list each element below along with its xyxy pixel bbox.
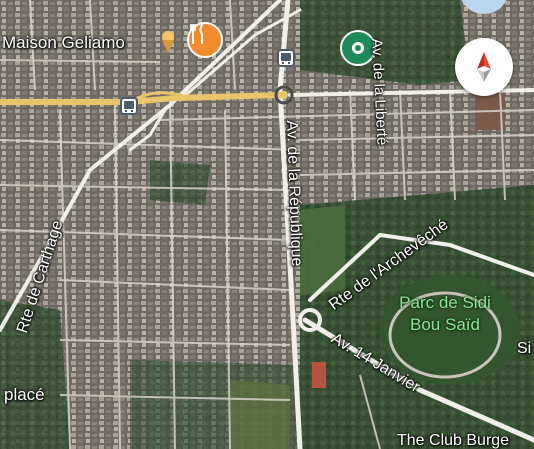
bus-stop-icon[interactable] xyxy=(277,49,295,67)
place-label-place: placé xyxy=(4,385,45,404)
satellite-map[interactable]: Maison Geliamo Av. de la Liberté Av. de … xyxy=(0,0,534,449)
restaurant-icon[interactable] xyxy=(187,22,223,58)
bus-stop-icon[interactable] xyxy=(120,97,138,115)
place-label-side: Si xyxy=(517,340,532,357)
map-imagery xyxy=(0,0,534,449)
park-label-line1: Parc de Sidi xyxy=(399,293,491,312)
compass-icon[interactable] xyxy=(455,38,513,96)
park-label[interactable]: Parc de Sidi Bou Saïd xyxy=(380,292,510,336)
place-label-club[interactable]: The Club Burge xyxy=(397,432,509,449)
place-label-maison[interactable]: Maison Geliamo xyxy=(2,33,125,53)
park-label-line2: Bou Saïd xyxy=(410,315,480,334)
ice-cream-icon[interactable] xyxy=(158,30,180,54)
